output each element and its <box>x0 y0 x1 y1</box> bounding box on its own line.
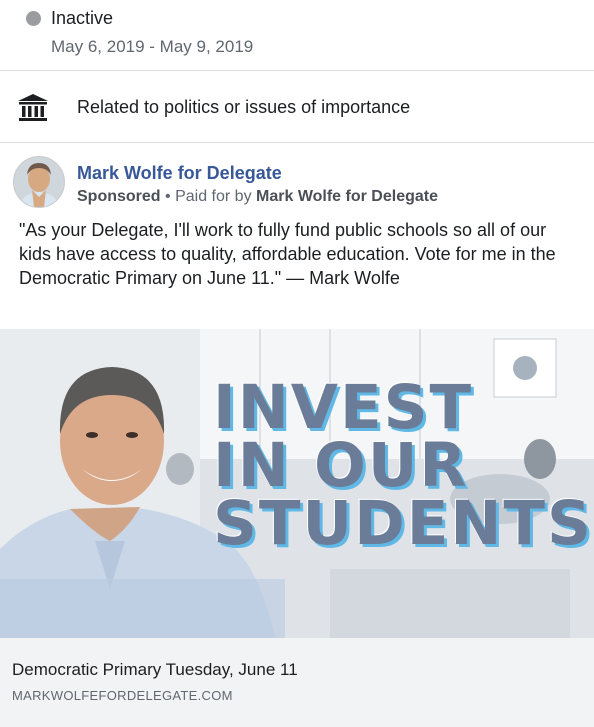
category-row: Related to politics or issues of importa… <box>0 71 594 141</box>
creative-headline-line: STUDENTS <box>213 488 593 559</box>
creative-headline-line: INVEST <box>213 372 474 443</box>
status-label: Inactive <box>51 8 114 28</box>
link-domain: MARKWOLFEFORDELEGATE.COM <box>12 688 233 703</box>
link-preview[interactable]: Democratic Primary Tuesday, June 11 MARK… <box>0 638 594 727</box>
meta-separator: • <box>165 188 171 205</box>
ad-post: Mark Wolfe for Delegate Sponsored • Paid… <box>0 142 594 727</box>
government-building-icon <box>18 94 48 121</box>
paid-for-name: Mark Wolfe for Delegate <box>256 188 438 205</box>
ad-creative-image[interactable]: INVEST IN OUR STUDENTS <box>0 329 594 638</box>
page-name-link[interactable]: Mark Wolfe for Delegate <box>77 163 282 184</box>
status-dot-icon <box>26 11 41 26</box>
creative-headline-line: IN OUR <box>213 430 469 501</box>
creative-headline: INVEST IN OUR STUDENTS <box>213 372 593 559</box>
sponsored-label: Sponsored <box>77 188 161 205</box>
paid-for-prefix: Paid for by <box>175 188 252 205</box>
avatar[interactable] <box>13 156 65 208</box>
run-dates: May 6, 2019 - May 9, 2019 <box>51 37 254 56</box>
category-label: Related to politics or issues of importa… <box>77 97 411 117</box>
sponsored-meta: Sponsored • Paid for by Mark Wolfe for D… <box>77 188 438 206</box>
ad-status-section: Inactive May 6, 2019 - May 9, 2019 <box>0 0 594 70</box>
link-headline[interactable]: Democratic Primary Tuesday, June 11 <box>12 660 298 680</box>
post-body: "As your Delegate, I'll work to fully fu… <box>19 220 556 288</box>
